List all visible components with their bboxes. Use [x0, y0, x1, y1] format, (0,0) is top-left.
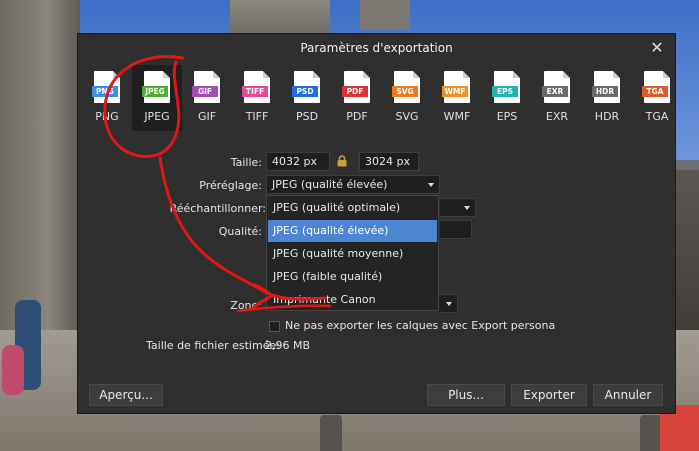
preset-option[interactable]: Imprimante Canon [268, 289, 437, 311]
preset-option[interactable]: JPEG (qualité élevée) [268, 220, 437, 242]
export-dialog: Paramètres d'exportation ✕ PNG PNG JPEG JPE… [77, 33, 676, 414]
format-badge: JPEG [142, 86, 168, 97]
resample-label: Rééchantillonner: [169, 202, 266, 215]
format-jpeg-button[interactable]: JPEG JPEG [132, 65, 182, 131]
quality-input[interactable] [440, 220, 472, 239]
format-badge: TGA [642, 86, 668, 97]
format-label: PSD [295, 110, 319, 123]
zone-label: Zone: [230, 299, 262, 312]
format-badge: EPS [492, 86, 518, 97]
chevron-down-icon [464, 206, 470, 210]
preset-value: JPEG (qualité élevée) [272, 178, 388, 191]
file-hdr-icon: HDR [592, 71, 620, 103]
format-badge: PNG [92, 86, 118, 97]
height-input[interactable]: 3024 px [359, 152, 419, 171]
format-exr-button[interactable]: EXR EXR [532, 65, 582, 131]
format-badge: PSD [292, 86, 318, 97]
format-png-button[interactable]: PNG PNG [82, 65, 132, 131]
file-svg-icon: SVG [392, 71, 420, 103]
format-tga-button[interactable]: TGA TGA [632, 65, 682, 131]
file-tiff-icon: TIFF [242, 71, 270, 103]
file-psd-icon: PSD [292, 71, 320, 103]
format-label: EPS [496, 110, 518, 123]
size-label: Taille: [230, 156, 262, 169]
format-label: SVG [395, 110, 419, 123]
format-badge: WMF [442, 86, 468, 97]
format-psd-button[interactable]: PSD PSD [282, 65, 332, 131]
file-exr-icon: EXR [542, 71, 570, 103]
format-badge: TIFF [242, 86, 268, 97]
format-badge: EXR [542, 86, 568, 97]
format-badge: HDR [592, 86, 618, 97]
file-tga-icon: TGA [642, 71, 670, 103]
format-label: JPEG [144, 110, 170, 123]
format-wmf-button[interactable]: WMF WMF [432, 65, 482, 131]
file-pdf-icon: PDF [342, 71, 370, 103]
format-label: PDF [346, 110, 368, 123]
close-icon[interactable]: ✕ [647, 38, 667, 58]
file-wmf-icon: WMF [442, 71, 470, 103]
resample-select[interactable] [440, 198, 476, 217]
cancel-button[interactable]: Annuler [593, 384, 663, 406]
format-label: GIF [197, 110, 217, 123]
preset-select[interactable]: JPEG (qualité élevée) [266, 175, 440, 194]
preset-option[interactable]: JPEG (faible qualité) [268, 266, 437, 288]
preset-option[interactable]: JPEG (qualité optimale) [268, 197, 437, 219]
format-tiff-button[interactable]: TIFF TIFF [232, 65, 282, 131]
format-hdr-button[interactable]: HDR HDR [582, 65, 632, 131]
chevron-down-icon [446, 302, 452, 306]
preset-label: Préréglage: [199, 179, 262, 192]
file-gif-icon: GIF [192, 71, 220, 103]
no-export-layers-label: Ne pas exporter les calques avec Export … [285, 319, 556, 332]
dialog-titlebar: Paramètres d'exportation ✕ [78, 34, 675, 62]
preview-button[interactable]: Aperçu... [89, 384, 163, 406]
format-badge: GIF [192, 86, 218, 97]
format-label: WMF [443, 110, 471, 123]
format-label: TIFF [245, 110, 269, 123]
format-svg-button[interactable]: SVG SVG [382, 65, 432, 131]
format-gif-button[interactable]: GIF GIF [182, 65, 232, 131]
format-label: TGA [645, 110, 669, 123]
format-eps-button[interactable]: EPS EPS [482, 65, 532, 131]
format-label: EXR [545, 110, 569, 123]
chevron-down-icon [428, 183, 434, 187]
preset-dropdown-list: JPEG (qualité optimale) JPEG (qualité éle… [266, 195, 439, 311]
file-eps-icon: EPS [492, 71, 520, 103]
more-button[interactable]: Plus... [427, 384, 505, 406]
format-bar: PNG PNG JPEG JPEG GIF GIF TIFF TIFF PSD PSD PDF PDF… [82, 65, 676, 131]
format-label: HDR [594, 110, 620, 123]
file-jpeg-icon: JPEG [142, 71, 170, 103]
format-pdf-button[interactable]: PDF PDF [332, 65, 382, 131]
export-button[interactable]: Exporter [511, 384, 587, 406]
zone-select[interactable] [438, 294, 458, 313]
dialog-title: Paramètres d'exportation [300, 41, 453, 55]
width-input[interactable]: 4032 px [266, 152, 330, 171]
lock-icon[interactable] [336, 155, 348, 167]
preset-option[interactable]: JPEG (qualité moyenne) [268, 243, 437, 265]
file-png-icon: PNG [92, 71, 120, 103]
quality-label: Qualité: [218, 225, 262, 238]
format-label: PNG [95, 110, 119, 123]
filesize-value: 2,96 MB [265, 339, 311, 352]
format-badge: PDF [342, 86, 368, 97]
no-export-layers-checkbox[interactable] [269, 321, 280, 332]
filesize-label: Taille de fichier estimée: [146, 339, 280, 352]
format-badge: SVG [392, 86, 418, 97]
